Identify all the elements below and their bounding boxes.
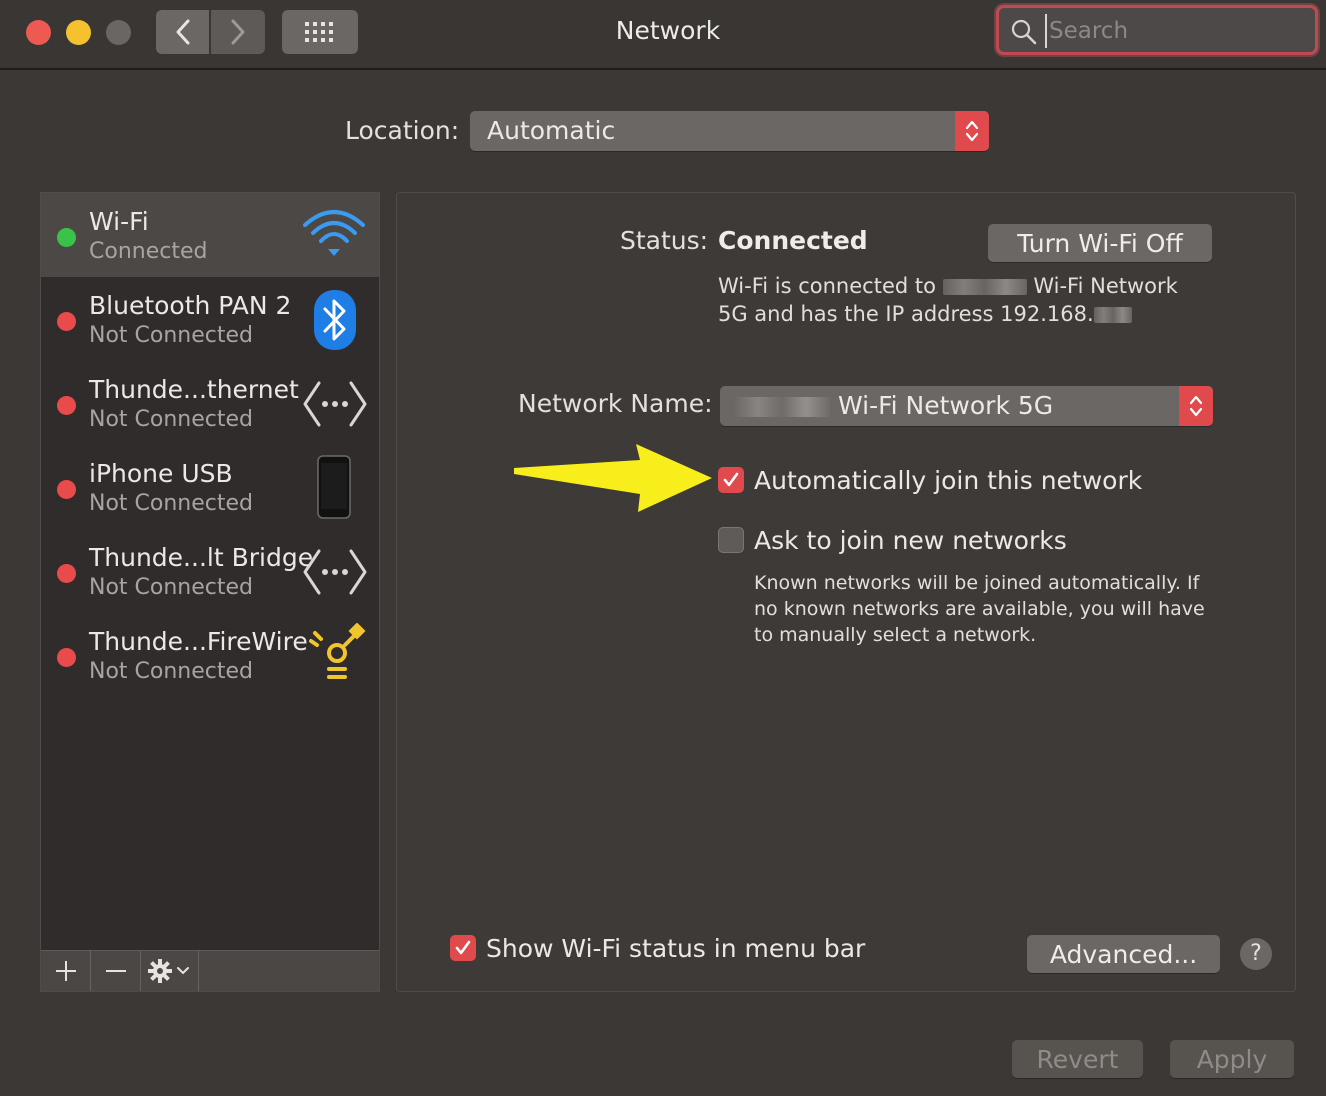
grid-icon bbox=[305, 22, 333, 42]
apply-button[interactable]: Apply bbox=[1170, 1040, 1294, 1078]
location-value: Automatic bbox=[487, 116, 616, 145]
action-menu-button[interactable] bbox=[141, 951, 199, 991]
status-dot bbox=[57, 648, 76, 667]
chevron-right-icon bbox=[231, 19, 245, 45]
service-item-iphone-usb[interactable]: iPhone USB Not Connected bbox=[41, 445, 379, 529]
ask-join-label[interactable]: Ask to join new networks bbox=[754, 526, 1067, 555]
service-status: Not Connected bbox=[89, 323, 254, 348]
network-name-select[interactable]: Wi-Fi Network 5G bbox=[720, 386, 1213, 426]
service-list: Wi-Fi Connected Bluetooth PAN 2 Not Conn… bbox=[40, 192, 380, 992]
firewire-icon bbox=[309, 623, 366, 679]
network-name-value: Wi-Fi Network 5G bbox=[734, 391, 1053, 420]
bluetooth-icon bbox=[314, 290, 356, 350]
service-status: Not Connected bbox=[89, 659, 254, 684]
remove-service-button[interactable] bbox=[91, 951, 141, 991]
service-item-thunderbolt-ethernet[interactable]: Thunde...thernet Not Connected bbox=[41, 361, 379, 445]
annotation-arrow-icon bbox=[514, 444, 712, 512]
show-status-label[interactable]: Show Wi-Fi status in menu bar bbox=[486, 934, 865, 963]
revert-button[interactable]: Revert bbox=[1012, 1040, 1143, 1078]
search-field[interactable] bbox=[996, 5, 1318, 55]
help-button[interactable]: ? bbox=[1240, 938, 1272, 970]
service-toolbar bbox=[41, 950, 379, 991]
service-status: Connected bbox=[89, 239, 208, 264]
status-dot bbox=[57, 396, 76, 415]
service-item-bluetooth-pan[interactable]: Bluetooth PAN 2 Not Connected bbox=[41, 277, 379, 361]
ethernet-arrows-icon bbox=[303, 381, 367, 427]
iphone-icon bbox=[317, 455, 351, 519]
select-stepper-icon bbox=[1179, 386, 1213, 426]
status-dot bbox=[57, 228, 76, 247]
service-item-thunderbolt-firewire[interactable]: Thunde...FireWire Not Connected bbox=[41, 613, 379, 697]
service-status: Not Connected bbox=[89, 575, 254, 600]
status-label: Status: bbox=[620, 226, 709, 255]
redacted-text bbox=[942, 279, 1027, 295]
advanced-button[interactable]: Advanced... bbox=[1027, 935, 1220, 973]
zoom-window-button[interactable] bbox=[106, 20, 131, 45]
status-value: Connected bbox=[718, 226, 868, 255]
service-status: Not Connected bbox=[89, 407, 254, 432]
service-status: Not Connected bbox=[89, 491, 254, 516]
ask-join-help-text: Known networks will be joined automatica… bbox=[754, 572, 1205, 646]
service-name: Wi-Fi bbox=[89, 207, 149, 236]
redacted-text bbox=[1093, 307, 1132, 323]
auto-join-checkbox[interactable] bbox=[718, 467, 744, 493]
checkmark-icon bbox=[455, 940, 471, 955]
service-name: Thunde...lt Bridge bbox=[89, 543, 314, 572]
service-item-wifi[interactable]: Wi-Fi Connected bbox=[41, 193, 379, 277]
service-name: Bluetooth PAN 2 bbox=[89, 291, 292, 320]
turn-wifi-off-button[interactable]: Turn Wi-Fi Off bbox=[988, 224, 1212, 262]
bridge-arrows-icon bbox=[303, 549, 367, 595]
status-description: Wi-Fi is connected to Wi-Fi Network 5G a… bbox=[718, 272, 1188, 328]
status-dot bbox=[57, 480, 76, 499]
status-desc-part1: Wi-Fi is connected to bbox=[718, 274, 936, 298]
minimize-window-button[interactable] bbox=[66, 20, 91, 45]
status-dot bbox=[57, 312, 76, 331]
show-status-checkbox[interactable] bbox=[450, 935, 476, 961]
service-name: Thunde...FireWire bbox=[89, 627, 308, 656]
plus-icon bbox=[55, 961, 76, 981]
service-name: Thunde...thernet bbox=[89, 375, 299, 404]
back-button[interactable] bbox=[156, 10, 209, 54]
chevron-left-icon bbox=[176, 19, 189, 45]
search-icon bbox=[1011, 19, 1037, 45]
gear-icon bbox=[147, 959, 189, 983]
wifi-icon bbox=[303, 210, 365, 256]
status-dot bbox=[57, 564, 76, 583]
add-service-button[interactable] bbox=[41, 951, 91, 991]
service-name: iPhone USB bbox=[89, 459, 233, 488]
redacted-text bbox=[734, 397, 830, 417]
auto-join-label[interactable]: Automatically join this network bbox=[754, 466, 1142, 495]
select-stepper-icon bbox=[955, 111, 989, 151]
location-select[interactable]: Automatic bbox=[470, 111, 989, 151]
title-bar: Network bbox=[0, 0, 1326, 70]
close-window-button[interactable] bbox=[26, 20, 51, 45]
network-name-label: Network Name: bbox=[518, 389, 713, 418]
checkmark-icon bbox=[723, 472, 739, 487]
ask-join-checkbox[interactable] bbox=[718, 527, 744, 553]
search-input[interactable] bbox=[1045, 14, 1311, 48]
network-name-text: Wi-Fi Network 5G bbox=[837, 391, 1054, 420]
show-all-button[interactable] bbox=[282, 10, 358, 54]
service-item-thunderbolt-bridge[interactable]: Thunde...lt Bridge Not Connected bbox=[41, 529, 379, 613]
location-label: Location: bbox=[345, 116, 460, 145]
forward-button[interactable] bbox=[211, 10, 265, 54]
minus-icon bbox=[105, 970, 126, 972]
